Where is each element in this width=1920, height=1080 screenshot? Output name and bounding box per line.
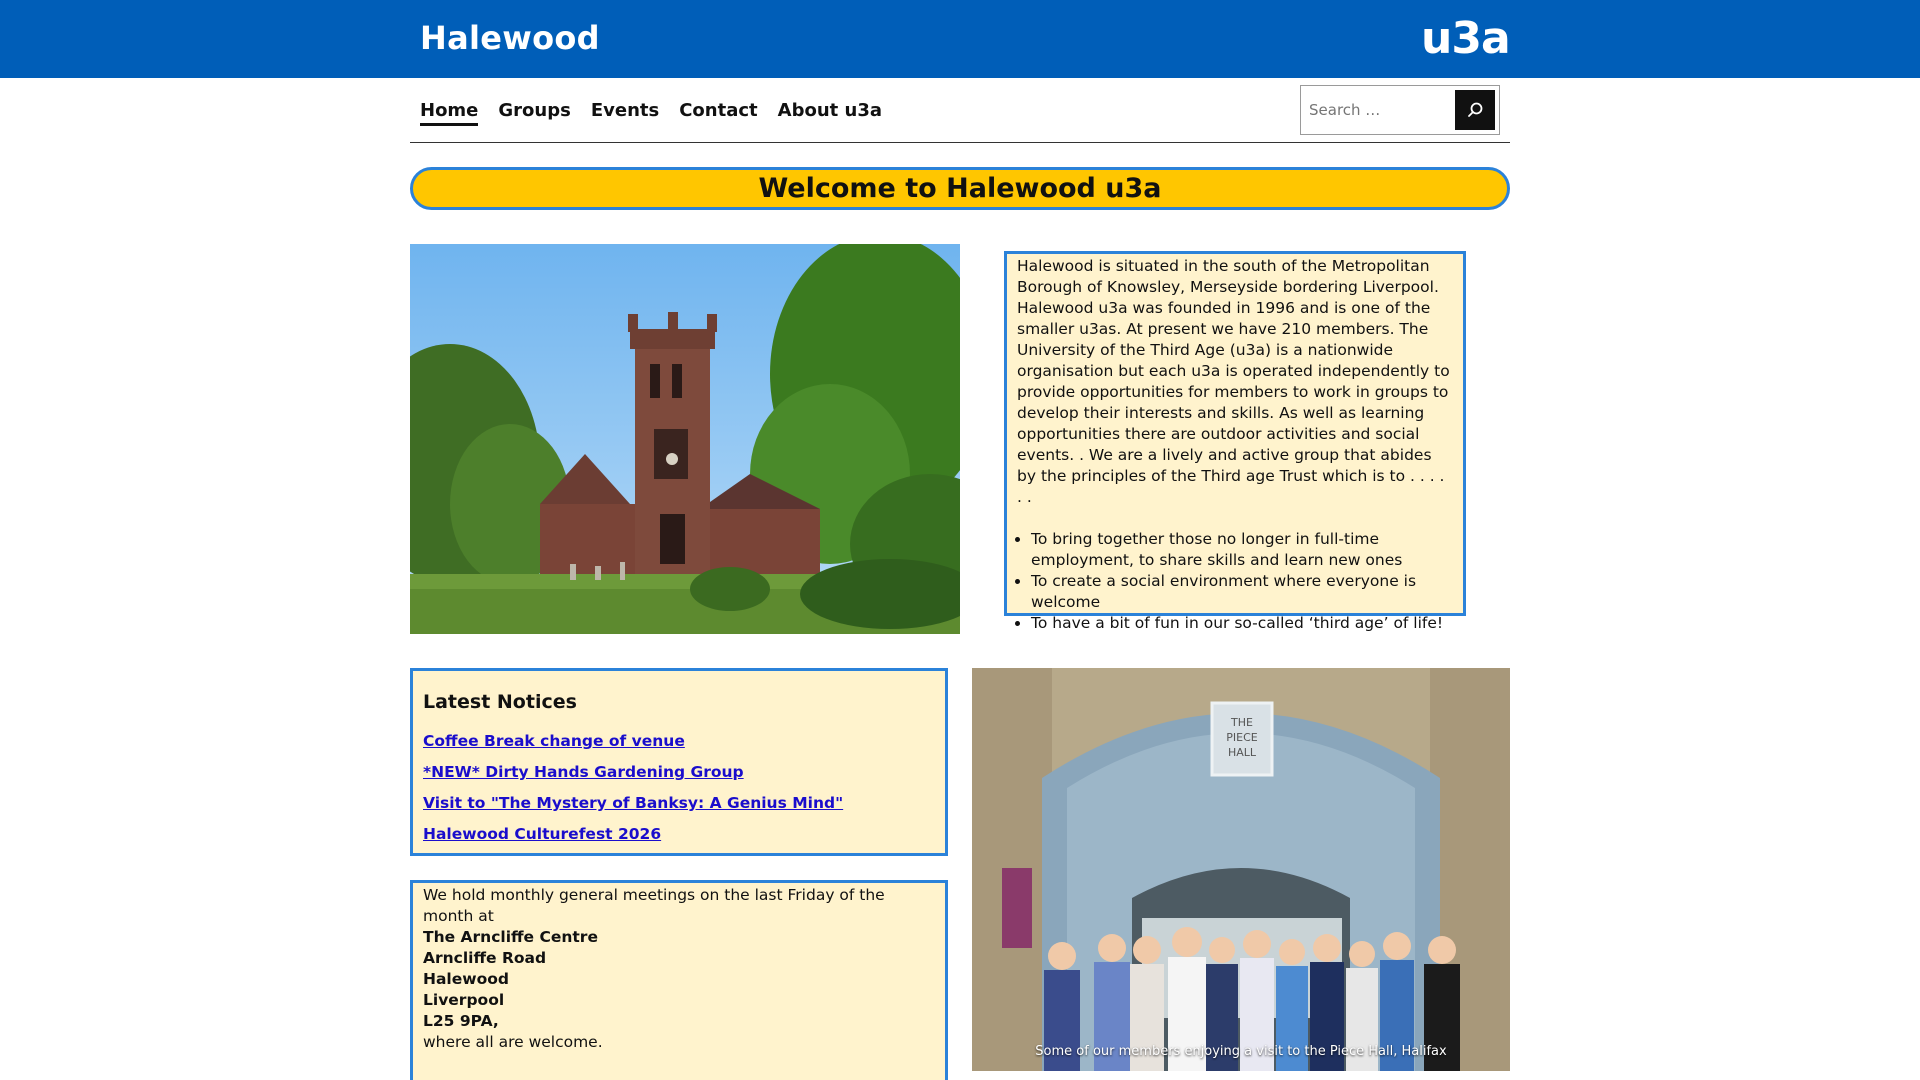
list-item: To create a social environment where eve…	[1031, 571, 1453, 613]
address-line: Liverpool	[423, 991, 505, 1009]
search-button[interactable]	[1455, 90, 1495, 130]
list-item: To have a bit of fun in our so-called ‘t…	[1031, 613, 1453, 634]
notice-link[interactable]: *NEW* Dirty Hands Gardening Group	[423, 762, 935, 783]
notice-link[interactable]: Halewood Culturefest 2026	[423, 824, 935, 845]
search-form	[1300, 85, 1500, 135]
welcome-banner: Welcome to Halewood u3a	[410, 167, 1510, 210]
intro-paragraph: Halewood is situated in the south of the…	[1017, 257, 1450, 506]
intro-box: Halewood is situated in the south of the…	[1004, 251, 1466, 632]
u3a-logo[interactable]: u3a	[1421, 16, 1511, 62]
nav-home[interactable]: Home	[420, 100, 479, 126]
notices-title: Latest Notices	[423, 691, 577, 713]
church-photo	[410, 244, 960, 634]
sign-line: PIECE	[1226, 731, 1258, 744]
site-header: Halewood u3a	[0, 0, 1920, 78]
main-nav: Home Groups Events Contact About u3a	[420, 100, 882, 126]
nav-events[interactable]: Events	[591, 100, 659, 126]
site-title[interactable]: Halewood	[420, 19, 600, 57]
address-line: The Arncliffe Centre	[423, 928, 598, 946]
latest-notices: Latest Notices Coffee Break change of ve…	[410, 668, 948, 856]
members-photo: THE PIECE HALL Some of our members enjoy…	[972, 668, 1510, 1071]
meetings-intro: We hold monthly general meetings on the …	[423, 886, 885, 925]
nav-groups[interactable]: Groups	[498, 100, 570, 126]
meetings-box: We hold monthly general meetings on the …	[410, 880, 948, 1080]
address-line: Arncliffe Road	[423, 949, 547, 967]
search-icon	[1468, 102, 1483, 117]
notice-link[interactable]: Visit to "The Mystery of Banksy: A Geniu…	[423, 793, 935, 814]
address-line: Halewood	[423, 970, 509, 988]
notice-link[interactable]: Coffee Break change of venue	[423, 731, 935, 752]
nav-contact[interactable]: Contact	[679, 100, 757, 126]
photo-caption: Some of our members enjoying a visit to …	[1035, 1044, 1447, 1059]
nav-divider	[410, 142, 1510, 143]
list-item: To bring together those no longer in ful…	[1031, 529, 1453, 571]
sign-line: THE	[1230, 716, 1253, 729]
search-input[interactable]	[1305, 90, 1455, 130]
meetings-outro: where all are welcome.	[423, 1033, 603, 1051]
sign-line: HALL	[1228, 746, 1257, 759]
nav-about-u3a[interactable]: About u3a	[778, 100, 882, 126]
principles-list: To bring together those no longer in ful…	[1017, 529, 1453, 634]
address-line: L25 9PA,	[423, 1012, 499, 1030]
